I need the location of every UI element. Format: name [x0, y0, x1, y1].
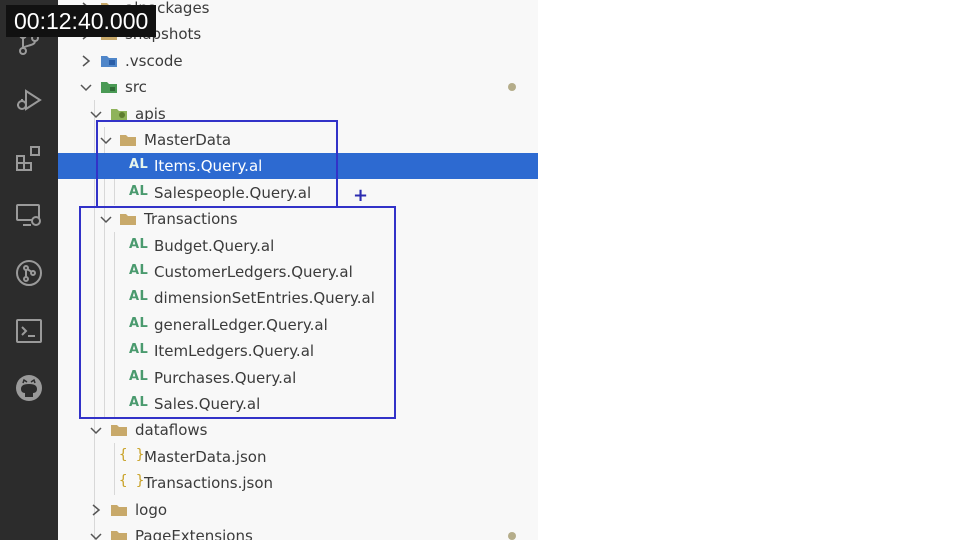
- api-folder-icon: [110, 106, 128, 122]
- tree-item-label: MasterData: [144, 131, 232, 149]
- tree-item-dimensionsetentries-query[interactable]: AL dimensionSetEntries.Query.al: [58, 285, 538, 311]
- extensions-icon[interactable]: [14, 143, 44, 173]
- tree-item-logo[interactable]: logo: [58, 497, 538, 523]
- folder-icon: [119, 132, 137, 148]
- remote-explorer-icon[interactable]: [14, 200, 44, 230]
- tree-item-vscode[interactable]: .vscode: [58, 48, 538, 74]
- terminal-icon[interactable]: [14, 316, 44, 346]
- chevron-right-icon: [90, 503, 102, 517]
- tree-item-label: ItemLedgers.Query.al: [154, 342, 315, 360]
- tree-item-label: Budget.Query.al: [154, 237, 275, 255]
- al-file-icon: AL: [129, 184, 149, 199]
- json-file-icon: { }: [119, 447, 145, 463]
- chevron-down-icon: [100, 133, 112, 147]
- editor-area: [538, 0, 960, 540]
- al-file-icon: AL: [129, 289, 149, 304]
- tree-item-label: Items.Query.al: [154, 157, 263, 175]
- tree-item-label: Purchases.Query.al: [154, 369, 297, 387]
- al-file-icon: AL: [129, 369, 149, 384]
- chevron-down-icon: [100, 212, 112, 226]
- al-file-icon: AL: [129, 395, 149, 410]
- tree-item-items-query[interactable]: AL Items.Query.al: [58, 153, 538, 179]
- tree-item-apis[interactable]: apis: [58, 101, 538, 127]
- video-timestamp: 00:12:40.000: [6, 5, 157, 37]
- chevron-right-icon: [80, 54, 92, 68]
- folder-icon: [110, 502, 128, 518]
- tree-item-label: apis: [135, 105, 166, 123]
- chevron-down-icon: [90, 423, 102, 437]
- tree-item-generalledger-query[interactable]: AL generalLedger.Query.al: [58, 312, 538, 338]
- tree-item-label: Sales.Query.al: [154, 395, 261, 413]
- al-file-icon: AL: [129, 316, 149, 331]
- git-graph-icon[interactable]: [14, 258, 44, 288]
- folder-icon: [119, 211, 137, 227]
- tree-item-purchases-query[interactable]: AL Purchases.Query.al: [58, 365, 538, 391]
- tree-item-src[interactable]: src: [58, 74, 538, 100]
- modified-indicator: [508, 532, 516, 540]
- tree-item-label: src: [125, 78, 147, 96]
- run-debug-icon[interactable]: [14, 85, 44, 115]
- json-file-icon: { }: [119, 473, 145, 489]
- file-explorer: alpackages snapshots .vscode src apis Ma…: [58, 0, 538, 540]
- tree-item-salespeople-query[interactable]: AL Salespeople.Query.al: [58, 180, 538, 206]
- src-folder-icon: [100, 79, 118, 95]
- tree-item-itemledgers-query[interactable]: AL ItemLedgers.Query.al: [58, 338, 538, 364]
- github-icon[interactable]: [14, 373, 44, 403]
- tree-item-label: MasterData.json: [144, 448, 267, 466]
- chevron-down-icon: [90, 529, 102, 540]
- tree-item-label: Salespeople.Query.al: [154, 184, 312, 202]
- al-file-icon: AL: [129, 157, 149, 172]
- tree-item-label: CustomerLedgers.Query.al: [154, 263, 353, 281]
- modified-indicator: [508, 83, 516, 91]
- chevron-down-icon: [80, 80, 92, 94]
- tree-item-label: logo: [135, 501, 168, 519]
- al-file-icon: AL: [129, 263, 149, 278]
- tree-item-label: dimensionSetEntries.Query.al: [154, 289, 375, 307]
- chevron-down-icon: [90, 107, 102, 121]
- tree-item-pageextensions[interactable]: PageExtensions: [58, 523, 538, 540]
- tree-item-customerledgers-query[interactable]: AL CustomerLedgers.Query.al: [58, 259, 538, 285]
- tree-item-masterdata[interactable]: MasterData: [58, 127, 538, 153]
- tree-item-label: Transactions: [144, 210, 238, 228]
- tree-item-dataflows[interactable]: dataflows: [58, 417, 538, 443]
- tree-item-budget-query[interactable]: AL Budget.Query.al: [58, 233, 538, 259]
- folder-icon: [110, 422, 128, 438]
- tree-item-transactions-json[interactable]: { } Transactions.json: [58, 470, 538, 496]
- vscode-folder-icon: [100, 53, 118, 69]
- tree-item-label: .vscode: [125, 52, 183, 70]
- activity-bar: [0, 0, 58, 540]
- tree-item-transactions[interactable]: Transactions: [58, 206, 538, 232]
- tree-item-label: PageExtensions: [135, 527, 253, 540]
- tree-item-label: dataflows: [135, 421, 208, 439]
- tree-item-masterdata-json[interactable]: { } MasterData.json: [58, 444, 538, 470]
- tree-item-label: Transactions.json: [144, 474, 274, 492]
- tree-item-label: generalLedger.Query.al: [154, 316, 328, 334]
- plus-annotation: +: [353, 185, 369, 206]
- folder-icon: [110, 528, 128, 540]
- al-file-icon: AL: [129, 237, 149, 252]
- al-file-icon: AL: [129, 342, 149, 357]
- tree-item-sales-query[interactable]: AL Sales.Query.al: [58, 391, 538, 417]
